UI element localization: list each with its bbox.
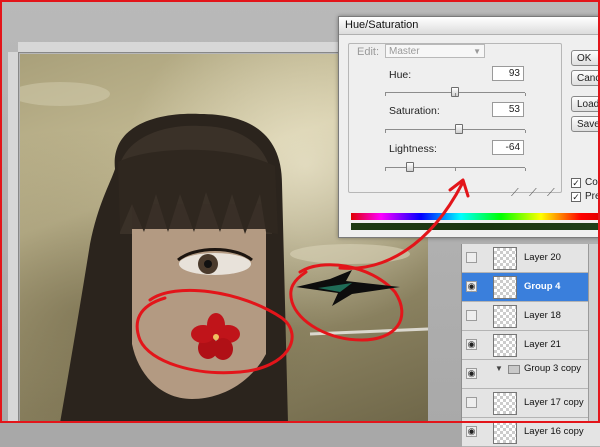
saturation-label: Saturation: [389,105,440,117]
slider-tick [525,168,526,171]
folder-icon [508,365,520,374]
dialog-title[interactable]: Hue/Saturation [339,17,600,35]
layer-name: Layer 17 copy [524,397,584,408]
layer-thumbnail [493,392,517,415]
layer-row[interactable]: Layer 17 copy [462,389,600,418]
vertical-ruler[interactable] [8,52,19,423]
saturation-slider-thumb[interactable] [455,124,464,134]
eye-icon[interactable]: ◉ [466,426,477,437]
layer-name: Group 3 copy [524,363,582,374]
slider-tick [455,93,456,96]
layer-row[interactable]: ◉ ▼ Group 3 copy [462,360,600,389]
slider-tick [385,93,386,96]
layer-thumbnail [493,305,517,328]
layer-thumbnail [493,334,517,357]
chevron-down-icon: ▼ [473,47,481,56]
eye-icon[interactable]: ◉ [466,339,477,350]
edit-channel-select[interactable]: Master ▼ [385,44,485,58]
preview-label: Preview [585,191,600,202]
layer-row[interactable]: ◉ Group 4 [462,273,600,302]
layer-name: Layer 20 [524,252,561,263]
slider-tick [525,130,526,133]
eyedropper-plus-icon[interactable]: ⟋ [529,187,539,199]
lightness-value-field[interactable]: -64 [492,140,524,155]
colorize-checkbox[interactable]: ✓ [571,178,581,188]
layer-name: Layer 18 [524,310,561,321]
colorize-label: Colorize [585,177,600,188]
edit-label: Edit: [357,46,380,58]
eyedropper-minus-icon[interactable]: ⟋ [547,187,557,199]
layers-panel: Layer 20 ◉ Group 4 Layer 18 ◉ Layer 21 ◉ ▼ Group… [461,244,600,447]
layer-row[interactable]: ◉ Layer 21 [462,331,600,360]
slider-tick [385,130,386,133]
layers-scrollbar[interactable] [588,244,600,423]
lightness-slider-thumb[interactable] [406,162,415,172]
layer-row[interactable]: Layer 18 [462,302,600,331]
layer-thumbnail [493,247,517,270]
ok-button[interactable]: OK [571,50,600,66]
layer-thumbnail [493,421,517,444]
eye-icon[interactable]: ◉ [466,368,477,379]
slider-tick [385,168,386,171]
visibility-toggle[interactable] [466,252,477,263]
layer-row[interactable]: Layer 20 [462,244,600,273]
visibility-toggle[interactable] [466,397,477,408]
preview-checkbox[interactable]: ✓ [571,192,581,202]
layer-thumbnail [493,276,517,299]
edit-channel-value: Master [389,46,420,57]
layer-name: Layer 16 copy [524,426,584,437]
saturation-value-field[interactable]: 53 [492,102,524,117]
lightness-label: Lightness: [389,143,437,155]
eyedropper-icon[interactable]: ⟋ [511,187,521,199]
slider-tick [455,130,456,133]
hue-label: Hue: [389,69,412,81]
cancel-button[interactable]: Cancel [571,70,600,86]
slider-tick [455,168,456,171]
input-color-spectrum [351,213,600,220]
hue-value-field[interactable]: 93 [492,66,524,81]
layer-name: Group 4 [524,281,561,292]
disclosure-triangle-icon[interactable]: ▼ [495,364,503,373]
output-color-spectrum [351,223,600,230]
slider-tick [525,93,526,96]
layer-name: Layer 21 [524,339,561,350]
save-button[interactable]: Save... [571,116,600,132]
layer-row[interactable]: ◉ Layer 16 copy [462,418,600,447]
visibility-toggle[interactable] [466,310,477,321]
load-button[interactable]: Load... [571,96,600,112]
hue-saturation-dialog[interactable]: Hue/Saturation Edit: Master ▼ Hue: 93 Sa… [338,16,600,238]
eye-icon[interactable]: ◉ [466,281,477,292]
